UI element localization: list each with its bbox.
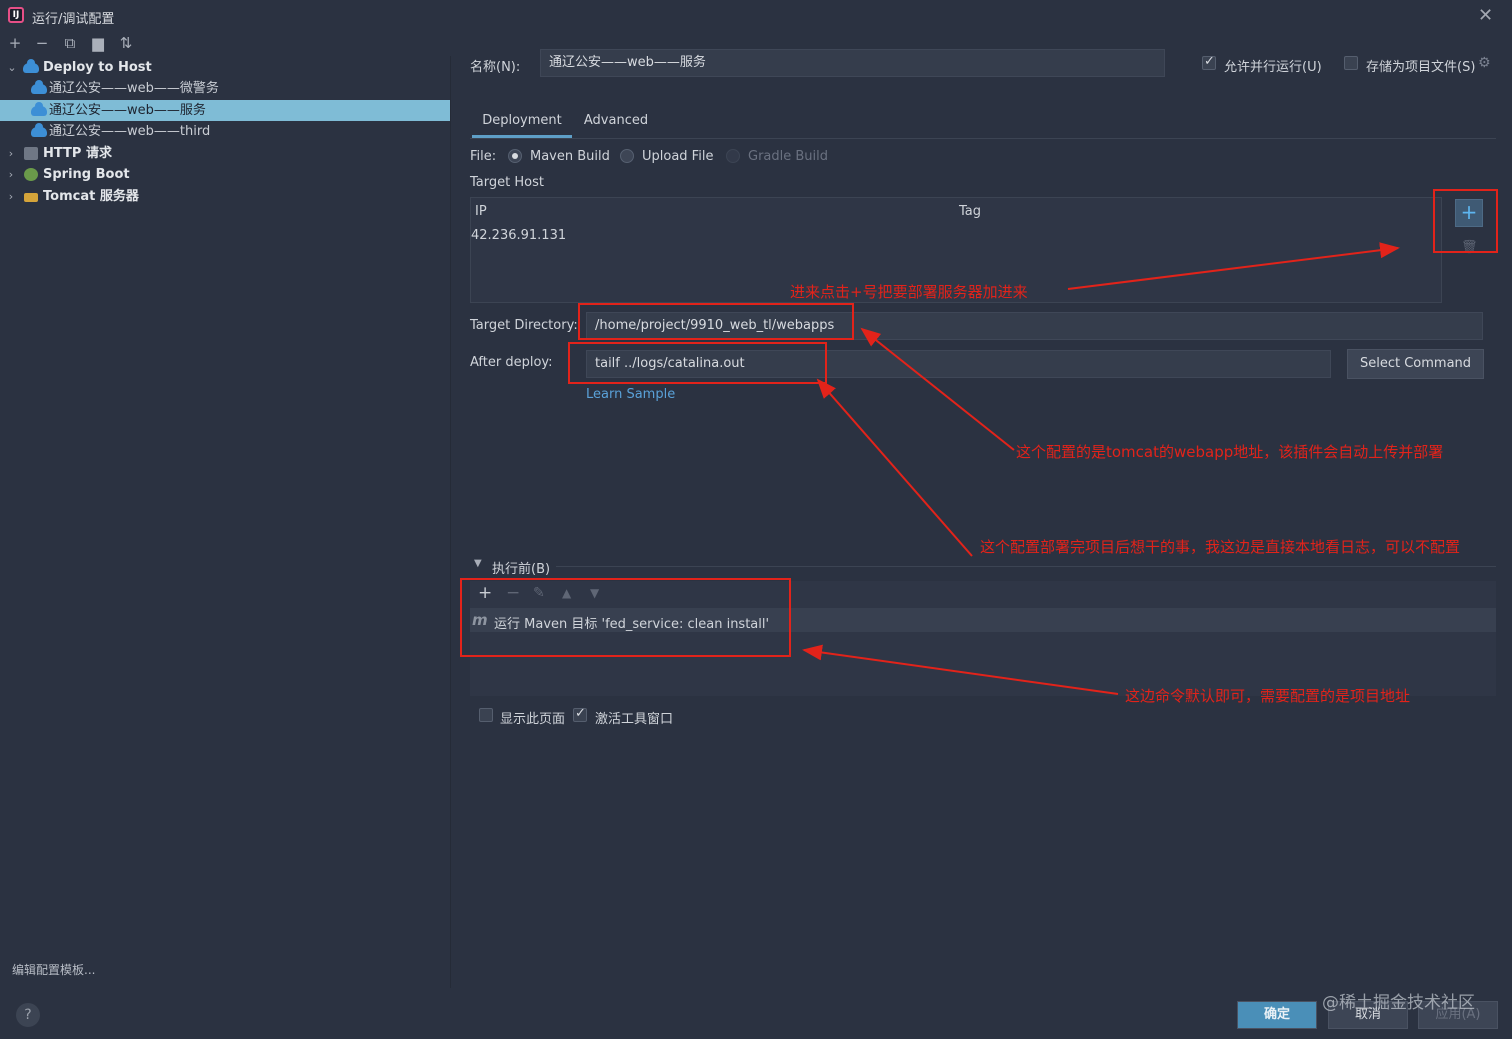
watermark: @稀土掘金技术社区 xyxy=(1322,993,1475,1013)
annotation-after-deploy: 这个配置部署完项目后想干的事，我这边是直接本地看日志，可以不配置 xyxy=(980,538,1461,556)
annotation-arrows xyxy=(802,242,1400,695)
annotation-add-host: 进来点击+号把要部署服务器加进来 xyxy=(790,283,1028,301)
ok-button[interactable]: 确定 xyxy=(1237,1001,1317,1029)
annotation-maven-goal: 这边命令默认即可，需要配置的是项目地址 xyxy=(1125,687,1411,705)
annotation-target-directory: 这个配置的是tomcat的webapp地址，该插件会自动上传并部署 xyxy=(1016,443,1444,461)
